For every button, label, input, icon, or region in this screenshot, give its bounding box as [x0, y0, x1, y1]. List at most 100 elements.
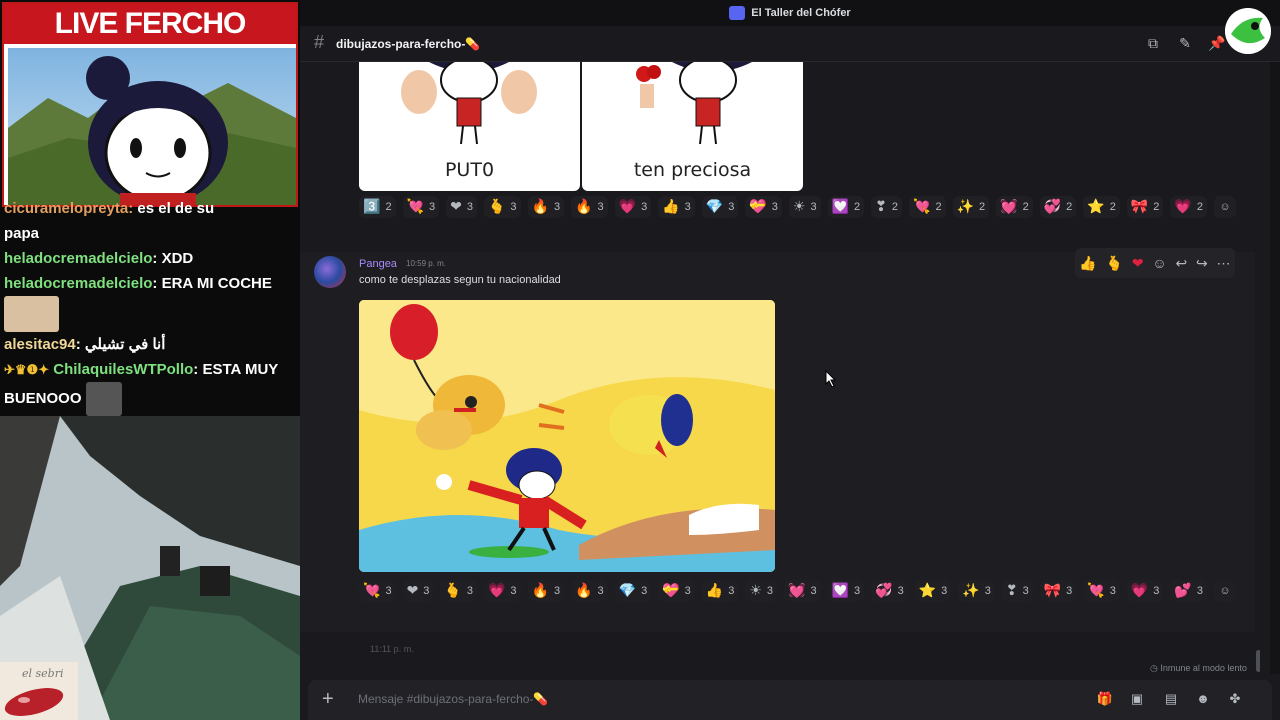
reaction-count: 2	[1196, 201, 1203, 213]
reaction-chip[interactable]: ☀ 3	[788, 196, 821, 218]
reaction-chip[interactable]: 💘 3	[402, 196, 440, 218]
apps-icon[interactable]: ✤	[1226, 690, 1244, 708]
reaction-chip[interactable]: ☀ 3	[745, 580, 778, 602]
comic-caption: PUT0	[444, 159, 495, 181]
more-icon[interactable]: ⋯	[1217, 255, 1231, 272]
drawing-attachment[interactable]	[359, 300, 775, 572]
reaction-count: 3	[466, 201, 473, 213]
reaction-count: 2	[1109, 201, 1116, 213]
reaction-chip[interactable]: ✨ 2	[952, 196, 990, 218]
reaction-chip[interactable]: 👍 3	[701, 580, 739, 602]
reaction-chip[interactable]: 🔥 3	[571, 580, 608, 602]
reaction-chip[interactable]: ✨ 3	[958, 580, 995, 602]
comic-panel-2[interactable]: ten preciosa	[582, 62, 803, 191]
gift-icon[interactable]: 🎁	[1096, 690, 1114, 708]
reaction-count: 3	[1196, 585, 1203, 597]
reaction-count: 3	[766, 585, 774, 597]
message-input[interactable]: Mensaje #dibujazos-para-fercho-💊	[358, 692, 548, 706]
reaction-chip[interactable]: 💗 3	[614, 196, 652, 218]
reaction-emoji-icon: 💎	[618, 583, 637, 599]
reaction-chip[interactable]: 💓 2	[996, 196, 1033, 218]
reaction-chip[interactable]: 🔥 3	[571, 196, 608, 218]
chorizo-text: el sebri	[22, 667, 64, 680]
sticker-icon[interactable]: ▤	[1162, 690, 1180, 708]
reaction-chip[interactable]: 🫰 3	[440, 580, 477, 602]
reaction-chip[interactable]: ❣ 3	[1001, 580, 1033, 602]
reaction-emoji-icon: 💞	[875, 583, 893, 599]
side-panel-edge	[1270, 62, 1280, 674]
reaction-emoji-icon: 💞	[1043, 199, 1062, 215]
pin-icon[interactable]: 📌	[1208, 34, 1226, 52]
reaction-chip[interactable]: 💝 3	[658, 580, 695, 602]
message-composer[interactable]: + Mensaje #dibujazos-para-fercho-💊 🎁 ▣ ▤…	[308, 680, 1272, 720]
avatar[interactable]	[314, 256, 346, 288]
reaction-chip[interactable]: 🎀 2	[1126, 196, 1164, 218]
quick-thumbs-up-icon[interactable]: 👍	[1079, 255, 1096, 272]
reaction-chip[interactable]: 💞 3	[871, 580, 908, 602]
chat-line: heladocremadelcielo: XDD	[4, 250, 194, 267]
reaction-chip[interactable]: ⭐ 3	[914, 580, 952, 602]
chat-cut-text: es el de su	[137, 200, 215, 217]
reaction-chip[interactable]: ❤ 3	[446, 196, 477, 218]
chat-user: heladocremadelcielo	[4, 250, 153, 267]
reaction-chip[interactable]: 💗 3	[483, 580, 521, 602]
quick-heart-icon[interactable]: ❤	[1132, 255, 1144, 272]
server-title: El Taller del Chófer	[300, 0, 1280, 26]
reaction-chip[interactable]: 💎 3	[614, 580, 652, 602]
reaction-chip[interactable]: ❤ 3	[402, 580, 434, 602]
reaction-emoji-icon: 👍	[705, 583, 724, 599]
threads-icon[interactable]: ⧉	[1144, 34, 1162, 52]
reaction-chip[interactable]: 💝 3	[745, 196, 782, 218]
reaction-chip[interactable]: 👍 3	[658, 196, 695, 218]
reaction-chip[interactable]: 💘 3	[1083, 580, 1120, 602]
reaction-chip[interactable]: 💘 2	[909, 196, 946, 218]
add-reaction-icon[interactable]: ☺	[1213, 196, 1236, 218]
reaction-chip[interactable]: 💞 2	[1039, 196, 1077, 218]
reaction-chip[interactable]: 3️⃣ 2	[359, 196, 396, 218]
gif-icon[interactable]: ▣	[1128, 690, 1146, 708]
message-hover-toolbar: 👍 🫰 ❤ ☺ ↩ ↪ ⋯	[1075, 248, 1235, 278]
comic-attachment[interactable]: PUT0 ten preciosa	[359, 62, 804, 192]
reaction-chip[interactable]: 🔥 3	[527, 580, 565, 602]
reaction-chip[interactable]: 💗 3	[1126, 580, 1164, 602]
message-list[interactable]: PUT0 ten preciosa 3️⃣ 2 💘 3 ❤ 3 🫰 3 🔥 3 🔥 3 💗 3 👍 3 💎 3 💝 3…	[300, 62, 1260, 674]
channel-logo	[1225, 8, 1271, 54]
reaction-count: 2	[854, 201, 861, 213]
reaction-chip[interactable]: 💎 3	[701, 196, 739, 218]
reaction-chip[interactable]: ⭐ 2	[1083, 196, 1120, 218]
reaction-count: 3	[728, 201, 735, 213]
reaction-chip[interactable]: 🔥 3	[527, 196, 565, 218]
reaction-count: 3	[897, 585, 904, 597]
reaction-count: 3	[597, 585, 604, 597]
quick-hand-icon[interactable]: 🫰	[1106, 255, 1123, 272]
reaction-chip[interactable]: 🫰 3	[483, 196, 521, 218]
scrollbar[interactable]	[1256, 650, 1260, 672]
mute-icon[interactable]: ✎	[1176, 34, 1194, 52]
reaction-chip[interactable]: 💗 2	[1170, 196, 1207, 218]
reply-icon[interactable]: ↩	[1175, 255, 1187, 272]
comic-caption: ten preciosa	[633, 159, 752, 181]
add-reaction-icon[interactable]: ☺	[1152, 255, 1166, 271]
reaction-chip[interactable]: 💟 2	[827, 196, 865, 218]
message-author[interactable]: Pangea	[359, 258, 397, 270]
reaction-count: 3	[510, 585, 517, 597]
comic-panel-1[interactable]: PUT0	[359, 62, 580, 191]
reaction-emoji-icon: 💎	[705, 199, 724, 215]
reaction-chip[interactable]: 💘 3	[359, 580, 396, 602]
reaction-chip[interactable]: 💕 3	[1170, 580, 1207, 602]
chat-user: heladocremadelcielo	[4, 275, 153, 292]
reaction-chip[interactable]: 💟 3	[827, 580, 865, 602]
mouse-cursor-icon	[825, 370, 837, 388]
add-reaction-icon[interactable]: ☺	[1213, 580, 1236, 602]
plus-icon[interactable]: +	[322, 688, 334, 711]
reaction-chip[interactable]: ❣ 2	[871, 196, 903, 218]
reaction-chip[interactable]: 💓 3	[784, 580, 821, 602]
chat-line: cicuramelopreyta: es el de su papa	[4, 196, 296, 246]
reaction-chip[interactable]: 🎀 3	[1039, 580, 1077, 602]
message-pangea[interactable]: Pangea 10:59 p. m. como te desplazas seg…	[300, 252, 1255, 632]
reaction-count: 3	[429, 201, 436, 213]
reaction-emoji-icon: 🎀	[1130, 199, 1149, 215]
emoji-icon[interactable]: ☻	[1194, 690, 1212, 708]
hash-icon: #	[314, 32, 325, 52]
forward-icon[interactable]: ↪	[1196, 255, 1208, 272]
